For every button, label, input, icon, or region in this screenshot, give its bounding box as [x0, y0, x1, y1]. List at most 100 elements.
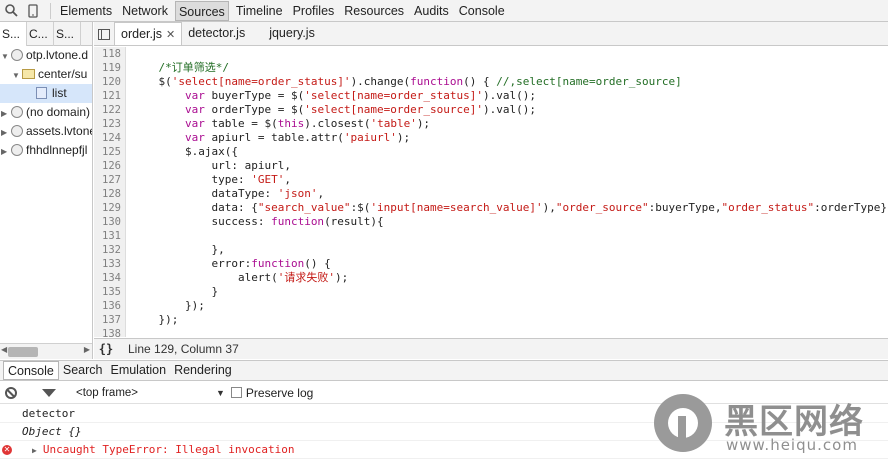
code-line[interactable]: var apiurl = table.attr('paiurl'); — [132, 131, 888, 145]
toggle-navigator-icon[interactable] — [94, 23, 114, 45]
code-line[interactable]: var buyerType = $('select[name=order_sta… — [132, 89, 888, 103]
editor-tab-detector-js[interactable]: detector.js — [182, 22, 251, 45]
code-line[interactable]: error:function() { — [132, 257, 888, 271]
tree-item-label: otp.lvtone.d — [26, 48, 89, 62]
globe-icon — [11, 125, 23, 137]
drawer-tab-strip: Console Search Emulation Rendering — [0, 360, 888, 381]
line-number[interactable]: 120 — [94, 75, 125, 89]
scrollbar-thumb[interactable] — [8, 347, 38, 357]
code-line[interactable]: data: {"search_value":$('input[name=sear… — [132, 201, 888, 215]
editor-status-bar: {} Line 129, Column 37 — [94, 338, 888, 359]
code-line[interactable]: dataType: 'json', — [132, 187, 888, 201]
drawer-tab-console[interactable]: Console — [3, 361, 59, 380]
tree-item-domain[interactable]: ▶ fhhdlnnepfjl — [0, 141, 92, 160]
code-line[interactable]: var table = $(this).closest('table'); — [132, 117, 888, 131]
tab-profiles[interactable]: Profiles — [290, 1, 338, 21]
code-line[interactable]: type: 'GET', — [132, 173, 888, 187]
tab-sources[interactable]: Sources — [174, 0, 229, 21]
code-line[interactable]: alert('请求失败'); — [132, 271, 888, 285]
preserve-log-checkbox[interactable] — [230, 387, 242, 398]
line-number[interactable]: 124 — [94, 131, 125, 145]
collapsed-triangle-icon[interactable]: ▶ — [1, 104, 11, 123]
tab-elements[interactable]: Elements — [57, 1, 115, 21]
tree-item-domain[interactable]: ▼ otp.lvtone.d — [0, 46, 92, 65]
code-line[interactable] — [132, 327, 888, 337]
tree-item-folder[interactable]: ▼ center/su — [0, 65, 92, 84]
globe-icon — [11, 49, 23, 61]
line-number[interactable]: 134 — [94, 271, 125, 285]
line-number[interactable]: 127 — [94, 173, 125, 187]
tree-item-domain[interactable]: ▶ (no domain) — [0, 103, 92, 122]
search-icon[interactable] — [0, 0, 22, 22]
line-number[interactable]: 129 — [94, 201, 125, 215]
collapsed-triangle-icon[interactable]: ▶ — [1, 123, 11, 142]
code-line[interactable]: }); — [132, 299, 888, 313]
tab-network[interactable]: Network — [119, 1, 171, 21]
code-line[interactable] — [132, 47, 888, 61]
close-icon[interactable]: ✕ — [166, 29, 175, 41]
line-number[interactable]: 136 — [94, 299, 125, 313]
line-number[interactable]: 128 — [94, 187, 125, 201]
scroll-right-icon[interactable]: ▶ — [84, 345, 90, 354]
navigator-horizontal-scrollbar[interactable]: ◀ ▶ — [0, 343, 92, 359]
tab-resources[interactable]: Resources — [341, 1, 407, 21]
navigator-tab-content-scripts[interactable]: C... — [27, 22, 54, 46]
editor-tab-order-js[interactable]: order.js ✕ — [114, 22, 183, 45]
line-number[interactable]: 130 — [94, 215, 125, 229]
navigator-tab-sources[interactable]: S... — [0, 22, 27, 46]
filter-icon[interactable] — [40, 384, 58, 402]
device-mode-icon[interactable] — [22, 0, 44, 22]
editor-tab-strip: order.js ✕ detector.js jquery.js — [94, 22, 888, 46]
line-number[interactable]: 121 — [94, 89, 125, 103]
code-line[interactable]: } — [132, 285, 888, 299]
drawer-tab-emulation[interactable]: Emulation — [106, 361, 170, 380]
line-number[interactable]: 122 — [94, 103, 125, 117]
line-number[interactable]: 135 — [94, 285, 125, 299]
code-editor[interactable]: 118 119 120 121 122 123 124 125 126 127 128 129 130 1… — [94, 47, 888, 337]
editor-tab-label: detector.js — [188, 26, 246, 40]
watermark-url: www.heiqu.com — [726, 436, 858, 454]
scroll-left-icon[interactable]: ◀ — [1, 345, 7, 354]
line-number[interactable]: 131 — [94, 229, 125, 243]
line-number[interactable]: 118 — [94, 47, 125, 61]
code-line[interactable]: success: function(result){ — [132, 215, 888, 229]
line-number[interactable]: 123 — [94, 117, 125, 131]
tree-item-file[interactable]: list — [0, 84, 92, 103]
expand-triangle-icon[interactable]: ▶ — [32, 442, 37, 460]
code-line[interactable]: $('select[name=order_status]').change(fu… — [132, 75, 888, 89]
code-lines[interactable]: /*订单筛选*/ $('select[name=order_status]').… — [132, 47, 888, 337]
tree-item-label: (no domain) — [26, 105, 91, 119]
tab-console[interactable]: Console — [456, 1, 508, 21]
devtools-toolbar: Elements Network Sources Timeline Profil… — [0, 0, 888, 22]
navigator-tab-snippets[interactable]: S... — [54, 22, 81, 46]
code-line[interactable]: $.ajax({ — [132, 145, 888, 159]
tree-item-label: list — [52, 86, 67, 100]
line-number[interactable]: 125 — [94, 145, 125, 159]
globe-icon — [11, 144, 23, 156]
tree-item-domain[interactable]: ▶ assets.lvtone — [0, 122, 92, 141]
drawer-tab-search[interactable]: Search — [59, 361, 107, 380]
code-line[interactable]: }); — [132, 313, 888, 327]
line-number[interactable]: 132 — [94, 243, 125, 257]
drawer-tab-rendering[interactable]: Rendering — [170, 361, 236, 380]
code-line[interactable]: url: apiurl, — [132, 159, 888, 173]
expanded-triangle-icon[interactable]: ▼ — [12, 66, 22, 85]
code-line[interactable]: var orderType = $('select[name=order_sou… — [132, 103, 888, 117]
expanded-triangle-icon[interactable]: ▼ — [1, 47, 11, 66]
tab-audits[interactable]: Audits — [411, 1, 452, 21]
pretty-print-button[interactable]: {} — [94, 342, 118, 356]
line-number[interactable]: 138 — [94, 327, 125, 337]
code-line[interactable]: }, — [132, 243, 888, 257]
clear-console-icon[interactable] — [2, 384, 20, 402]
line-number[interactable]: 119 — [94, 61, 125, 75]
collapsed-triangle-icon[interactable]: ▶ — [1, 142, 11, 161]
editor-tab-jquery-js[interactable]: jquery.js — [263, 22, 321, 45]
frame-selector[interactable]: <top frame> — [76, 387, 216, 399]
code-line[interactable] — [132, 229, 888, 243]
line-number[interactable]: 126 — [94, 159, 125, 173]
line-number[interactable]: 137 — [94, 313, 125, 327]
code-line[interactable]: /*订单筛选*/ — [132, 61, 888, 75]
chevron-down-icon[interactable]: ▼ — [216, 388, 225, 398]
line-number[interactable]: 133 — [94, 257, 125, 271]
tab-timeline[interactable]: Timeline — [233, 1, 286, 21]
